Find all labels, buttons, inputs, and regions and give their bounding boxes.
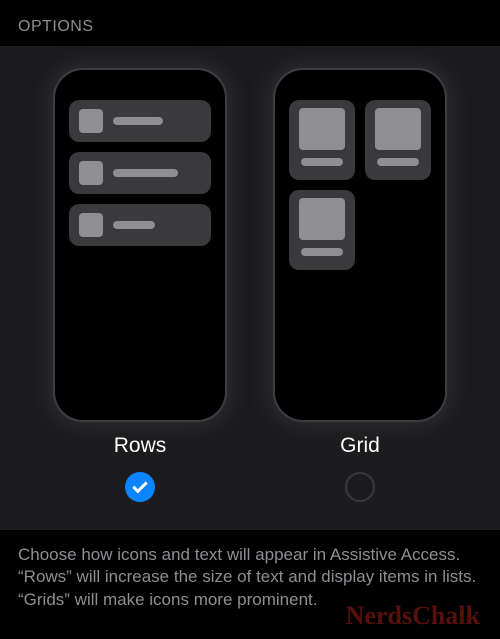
layout-options-section: Rows <box>0 46 500 530</box>
list-item <box>69 100 211 142</box>
grid-preview-frame <box>275 70 445 420</box>
grid-item-text-placeholder <box>377 158 419 166</box>
list-item <box>69 204 211 246</box>
list-item-text-placeholder <box>113 221 155 229</box>
grid-item-icon <box>299 108 345 150</box>
option-grid[interactable]: Grid <box>270 70 450 502</box>
rows-preview-frame <box>55 70 225 420</box>
grid-item <box>365 100 431 180</box>
list-item-icon <box>79 161 103 185</box>
grid-item-text-placeholder <box>301 248 343 256</box>
list-item-icon <box>79 109 103 133</box>
list-item-icon <box>79 213 103 237</box>
option-grid-label: Grid <box>340 434 380 458</box>
radio-grid-unselected[interactable] <box>345 472 375 502</box>
grid-item-icon <box>299 198 345 240</box>
grid-item <box>289 190 355 270</box>
list-item-text-placeholder <box>113 117 163 125</box>
option-rows[interactable]: Rows <box>50 70 230 502</box>
section-header-label: OPTIONS <box>18 18 482 36</box>
grid-item-icon <box>375 108 421 150</box>
footer-description: Choose how icons and text will appear in… <box>18 544 482 611</box>
list-item <box>69 152 211 194</box>
grid-item-text-placeholder <box>301 158 343 166</box>
radio-rows-selected[interactable] <box>125 472 155 502</box>
checkmark-icon <box>132 478 148 494</box>
options-row: Rows <box>0 70 500 502</box>
list-item-text-placeholder <box>113 169 178 177</box>
grid-item <box>289 100 355 180</box>
grid-wrap <box>289 100 431 270</box>
section-footer: Choose how icons and text will appear in… <box>0 530 500 611</box>
section-header: OPTIONS <box>0 0 500 46</box>
option-rows-label: Rows <box>114 434 167 458</box>
